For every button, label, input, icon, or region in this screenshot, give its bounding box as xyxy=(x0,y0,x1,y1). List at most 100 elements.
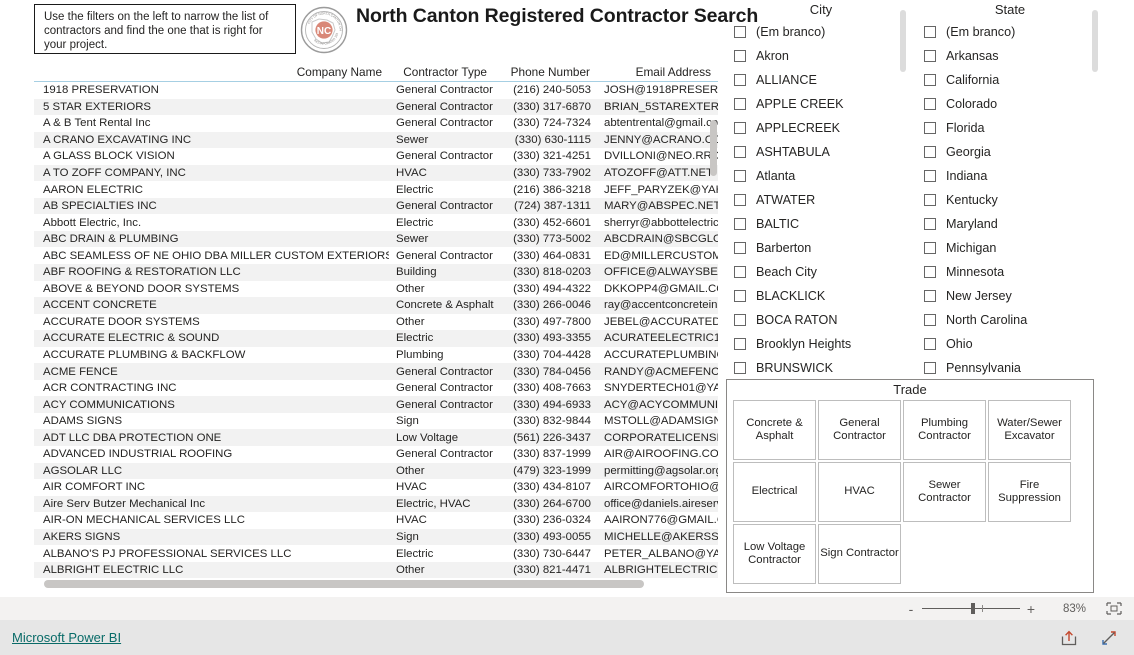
city-slicer-item[interactable]: APPLECREEK xyxy=(726,116,916,140)
checkbox-icon[interactable] xyxy=(924,362,936,374)
checkbox-icon[interactable] xyxy=(924,338,936,350)
state-slicer-item[interactable]: (Em branco) xyxy=(916,20,1104,44)
state-slicer-item[interactable]: California xyxy=(916,68,1104,92)
table-row[interactable]: ACME FENCE General Contractor (330) 784-04… xyxy=(34,363,718,380)
checkbox-icon[interactable] xyxy=(924,314,936,326)
checkbox-icon[interactable] xyxy=(734,242,746,254)
checkbox-icon[interactable] xyxy=(734,338,746,350)
checkbox-icon[interactable] xyxy=(734,314,746,326)
table-row[interactable]: A TO ZOFF COMPANY, INC HVAC (330) 733-7902… xyxy=(34,164,718,182)
city-slicer-item[interactable]: Brooklyn Heights xyxy=(726,332,916,356)
checkbox-icon[interactable] xyxy=(924,74,936,86)
table-horizontal-scrollbar[interactable] xyxy=(34,580,718,589)
table-row[interactable]: AIR-ON MECHANICAL SERVICES LLC HVAC (330) … xyxy=(34,512,718,529)
checkbox-icon[interactable] xyxy=(924,242,936,254)
table-row[interactable]: ADVANCED INDUSTRIAL ROOFING General Contr… xyxy=(34,446,718,463)
checkbox-icon[interactable] xyxy=(734,50,746,62)
state-slicer-scrollbar[interactable] xyxy=(1092,10,1098,72)
state-slicer[interactable]: State (Em branco) Arkansas California Color… xyxy=(916,2,1104,377)
city-slicer-item[interactable]: ALLIANCE xyxy=(726,68,916,92)
share-icon[interactable] xyxy=(1060,629,1078,647)
fit-to-page-icon[interactable] xyxy=(1106,602,1122,615)
state-slicer-item[interactable]: Minnesota xyxy=(916,260,1104,284)
zoom-slider-knob[interactable] xyxy=(971,603,975,614)
table-row[interactable]: ADT LLC DBA PROTECTION ONE Low Voltage (56… xyxy=(34,429,718,447)
state-slicer-list[interactable]: (Em branco) Arkansas California Colorado Flo… xyxy=(916,20,1104,380)
state-slicer-item[interactable]: North Carolina xyxy=(916,308,1104,332)
table-row[interactable]: ACCURATE PLUMBING & BACKFLOW Plumbing (330… xyxy=(34,347,718,364)
checkbox-icon[interactable] xyxy=(734,98,746,110)
checkbox-icon[interactable] xyxy=(924,194,936,206)
table-row[interactable]: ABC DRAIN & PLUMBING Sewer (330) 773-5002 A… xyxy=(34,230,718,248)
zoom-slider[interactable] xyxy=(922,603,1020,614)
trade-tile[interactable]: Water/Sewer Excavator xyxy=(988,400,1071,460)
city-slicer-item[interactable]: BALTIC xyxy=(726,212,916,236)
checkbox-icon[interactable] xyxy=(924,146,936,158)
checkbox-icon[interactable] xyxy=(924,170,936,182)
state-slicer-item[interactable]: Michigan xyxy=(916,236,1104,260)
checkbox-icon[interactable] xyxy=(734,74,746,86)
zoom-out-button[interactable]: - xyxy=(904,602,918,616)
checkbox-icon[interactable] xyxy=(924,50,936,62)
checkbox-icon[interactable] xyxy=(924,266,936,278)
city-slicer-scrollbar[interactable] xyxy=(900,10,906,72)
column-header-contractor-type[interactable]: Contractor Type xyxy=(389,65,494,79)
table-row[interactable]: AGSOLAR LLC Other (479) 323-1999 permitting… xyxy=(34,462,718,480)
table-row[interactable]: AKERS SIGNS Sign (330) 493-0055 MICHELLE@AK… xyxy=(34,528,718,546)
contractor-table[interactable]: Company Name Contractor Type Phone Numbe… xyxy=(34,60,718,595)
checkbox-icon[interactable] xyxy=(924,98,936,110)
table-body[interactable]: 1918 PRESERVATION General Contractor (216)… xyxy=(34,82,718,579)
state-slicer-item[interactable]: Ohio xyxy=(916,332,1104,356)
checkbox-icon[interactable] xyxy=(734,290,746,302)
checkbox-icon[interactable] xyxy=(924,290,936,302)
column-header-phone-number[interactable]: Phone Number xyxy=(494,65,597,79)
checkbox-icon[interactable] xyxy=(734,146,746,158)
trade-tile[interactable]: Sewer Contractor xyxy=(903,462,986,522)
state-slicer-item[interactable]: Maryland xyxy=(916,212,1104,236)
state-slicer-item[interactable]: Florida xyxy=(916,116,1104,140)
checkbox-icon[interactable] xyxy=(734,170,746,182)
column-header-email-address[interactable]: Email Address xyxy=(597,65,718,79)
table-row[interactable]: 5 STAR EXTERIORS General Contractor (330) … xyxy=(34,98,718,116)
microsoft-power-bi-link[interactable]: Microsoft Power BI xyxy=(12,630,121,645)
table-row[interactable]: ABOVE & BEYOND DOOR SYSTEMS Other (330) 49… xyxy=(34,281,718,298)
checkbox-icon[interactable] xyxy=(734,362,746,374)
table-row[interactable]: ACCURATE ELECTRIC & SOUND Electric (330) 4… xyxy=(34,330,718,347)
table-row[interactable]: Aire Serv Butzer Mechanical Inc Electric,… xyxy=(34,495,718,513)
checkbox-icon[interactable] xyxy=(734,122,746,134)
state-slicer-item[interactable]: Georgia xyxy=(916,140,1104,164)
city-slicer-item[interactable]: ATWATER xyxy=(726,188,916,212)
trade-tile[interactable]: Concrete & Asphalt xyxy=(733,400,816,460)
city-slicer-item[interactable]: BRUNSWICK xyxy=(726,356,916,380)
state-slicer-item[interactable]: Arkansas xyxy=(916,44,1104,68)
checkbox-icon[interactable] xyxy=(734,266,746,278)
checkbox-icon[interactable] xyxy=(924,122,936,134)
table-row[interactable]: AARON ELECTRIC Electric (216) 386-3218 JEFF… xyxy=(34,181,718,198)
city-slicer-item[interactable]: ASHTABULA xyxy=(726,140,916,164)
city-slicer-item[interactable]: Beach City xyxy=(726,260,916,284)
city-slicer-item[interactable]: BOCA RATON xyxy=(726,308,916,332)
table-row[interactable]: ABF ROOFING & RESTORATION LLC Building (33… xyxy=(34,264,718,281)
table-row[interactable]: AB SPECIALTIES INC General Contractor (724… xyxy=(34,197,718,215)
city-slicer-item[interactable]: Barberton xyxy=(726,236,916,260)
city-slicer-item[interactable]: Akron xyxy=(726,44,916,68)
trade-tile[interactable]: Plumbing Contractor xyxy=(903,400,986,460)
checkbox-icon[interactable] xyxy=(734,26,746,38)
zoom-in-button[interactable]: + xyxy=(1024,602,1038,616)
table-row[interactable]: ABC SEAMLESS OF NE OHIO DBA MILLER CUSTO… xyxy=(34,247,718,264)
checkbox-icon[interactable] xyxy=(734,194,746,206)
trade-tile[interactable]: Sign Contractor xyxy=(818,524,901,584)
table-vertical-scroll-thumb[interactable] xyxy=(710,120,717,176)
column-header-company-name[interactable]: Company Name xyxy=(34,65,389,79)
trade-tile[interactable]: Electrical xyxy=(733,462,816,522)
trade-tile-grid[interactable]: Concrete & Asphalt General Contractor Plum… xyxy=(727,399,1093,586)
table-row[interactable]: ACCENT CONCRETE Concrete & Asphalt (330) 2… xyxy=(34,297,718,314)
table-row[interactable]: ACY COMMUNICATIONS General Contractor (330… xyxy=(34,396,718,413)
table-row[interactable]: A CRANO EXCAVATING INC Sewer (330) 630-111… xyxy=(34,131,718,149)
city-slicer-item[interactable]: APPLE CREEK xyxy=(726,92,916,116)
trade-tile[interactable]: General Contractor xyxy=(818,400,901,460)
checkbox-icon[interactable] xyxy=(734,218,746,230)
table-row[interactable]: 1918 PRESERVATION General Contractor (216)… xyxy=(34,82,718,99)
table-row[interactable]: A & B Tent Rental Inc General Contractor (… xyxy=(34,115,718,132)
table-row[interactable]: Abbott Electric, Inc. Electric (330) 452-6… xyxy=(34,214,718,231)
